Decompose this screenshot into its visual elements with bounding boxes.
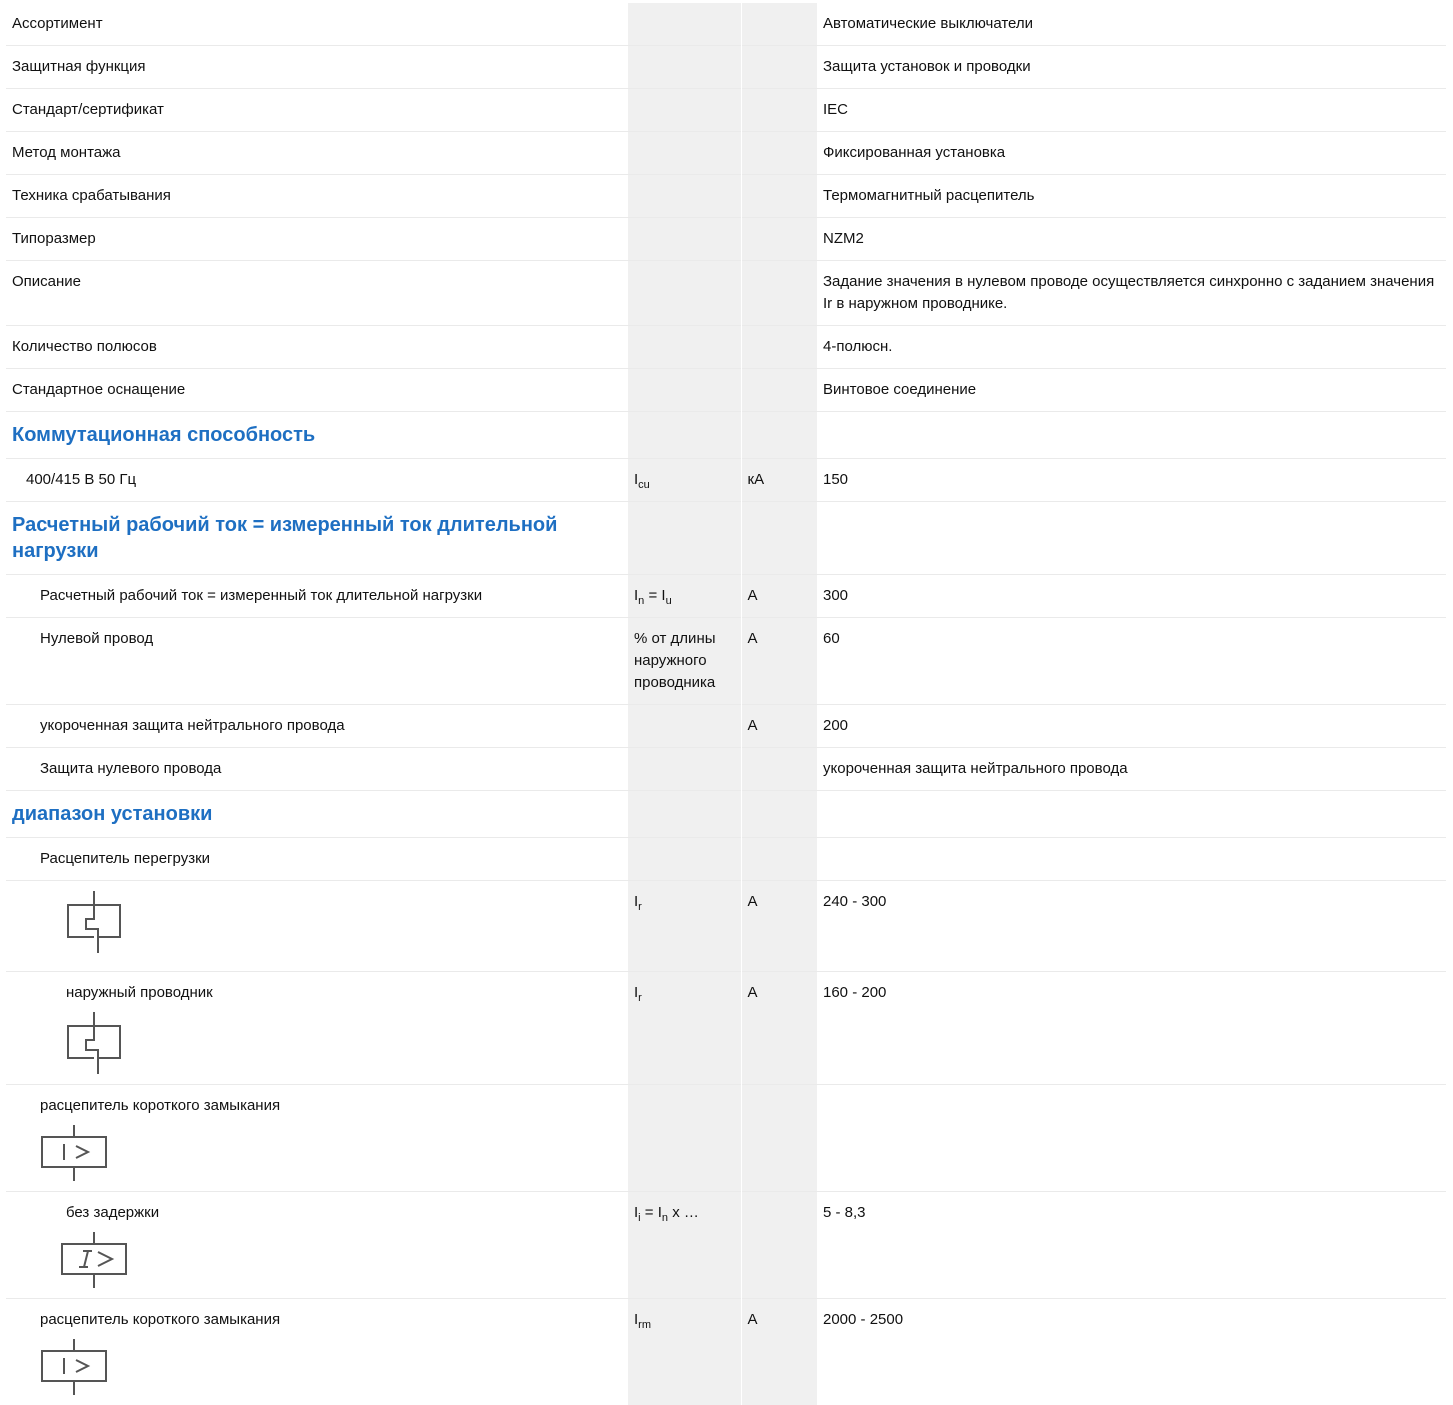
row-label: Стандарт/сертификат (6, 89, 628, 132)
table-row: Стандарт/сертификат IEC (6, 89, 1446, 132)
table-row: Нулевой провод % от длины наружного пров… (6, 618, 1446, 705)
row-unit: A (741, 705, 817, 748)
row-value: IEC (817, 89, 1446, 132)
row-value: 4-полюсн. (817, 326, 1446, 369)
row-unit: кА (741, 459, 817, 502)
table-row: Описание Задание значения в нулевом пров… (6, 261, 1446, 326)
table-row: Защита нулевого провода укороченная защи… (6, 748, 1446, 791)
row-value: 5 - 8,3 (817, 1192, 1446, 1299)
magnetic-release-icon (40, 1339, 622, 1395)
row-value: 240 - 300 (817, 881, 1446, 972)
row-value: 60 (817, 618, 1446, 705)
table-row: Ir A 240 - 300 (6, 881, 1446, 972)
thermal-release-icon (60, 1012, 622, 1074)
symbol: Ii = In x … (634, 1204, 699, 1221)
row-value: Защита установок и проводки (817, 46, 1446, 89)
row-unit: A (741, 1299, 817, 1405)
row-label: Техника срабатывания (6, 175, 628, 218)
table-row: расцепитель короткого замыкания (6, 1085, 1446, 1192)
table-row: Стандартное оснащение Винтовое соединени… (6, 369, 1446, 412)
table-row: без задержки Ii (6, 1192, 1446, 1299)
magnetic-release-icon (40, 1125, 622, 1181)
section-title: Коммутационная способность (12, 422, 622, 448)
row-label: Расцепитель перегрузки (6, 838, 628, 881)
row-label: Количество полюсов (6, 326, 628, 369)
row-label: Защита нулевого провода (6, 748, 628, 791)
section-title: диапазон установки (12, 801, 622, 827)
row-value: Фиксированная установка (817, 132, 1446, 175)
row-label: Расчетный рабочий ток = измеренный ток д… (6, 575, 628, 618)
row-label: Ассортимент (6, 3, 628, 46)
section-row: диапазон установки (6, 791, 1446, 838)
row-value: Винтовое соединение (817, 369, 1446, 412)
table-row: Защитная функция Защита установок и пров… (6, 46, 1446, 89)
row-unit: A (741, 881, 817, 972)
row-value: Задание значения в нулевом проводе осуще… (817, 261, 1446, 326)
thermal-release-icon (60, 891, 622, 953)
section-title: Расчетный рабочий ток = измеренный ток д… (12, 512, 592, 564)
symbol: Icu (634, 471, 650, 488)
table-row: 400/415 В 50 Гц Icu кА 150 (6, 459, 1446, 502)
table-row: Типоразмер NZM2 (6, 218, 1446, 261)
table-row: Техника срабатывания Термомагнитный расц… (6, 175, 1446, 218)
row-unit: A (741, 575, 817, 618)
row-value: 300 (817, 575, 1446, 618)
row-label: укороченная защита нейтрального провода (6, 705, 628, 748)
table-row: Ассортимент Автоматические выключатели (6, 3, 1446, 46)
symbol: Ir (634, 984, 642, 1001)
table-row: Расцепитель перегрузки (6, 838, 1446, 881)
row-label: без задержки (66, 1204, 159, 1221)
row-value: Термомагнитный расцепитель (817, 175, 1446, 218)
row-label: Метод монтажа (6, 132, 628, 175)
row-value: 2000 - 2500 (817, 1299, 1446, 1405)
spec-table: Ассортимент Автоматические выключатели З… (6, 3, 1446, 1405)
row-label: расцепитель короткого замыкания (40, 1311, 280, 1328)
table-row: наружный проводник Ir A 160 - 200 (6, 972, 1446, 1085)
table-row: расцепитель короткого замыкания Irm A (6, 1299, 1446, 1405)
magnetic-release-icon (60, 1232, 622, 1288)
row-label: Защитная функция (6, 46, 628, 89)
symbol: % от длины наружного проводника (628, 618, 741, 705)
table-row: Метод монтажа Фиксированная установка (6, 132, 1446, 175)
row-value: NZM2 (817, 218, 1446, 261)
symbol: Ir (634, 893, 642, 910)
row-label: Стандартное оснащение (6, 369, 628, 412)
row-value: 200 (817, 705, 1446, 748)
row-value: укороченная защита нейтрального провода (817, 748, 1446, 791)
row-value: 150 (817, 459, 1446, 502)
row-label: Описание (6, 261, 628, 326)
table-row: Расчетный рабочий ток = измеренный ток д… (6, 575, 1446, 618)
table-row: укороченная защита нейтрального провода … (6, 705, 1446, 748)
table-row: Количество полюсов 4-полюсн. (6, 326, 1446, 369)
row-label: расцепитель короткого замыкания (40, 1097, 280, 1114)
row-value: 160 - 200 (817, 972, 1446, 1085)
row-unit: A (741, 972, 817, 1085)
row-label: Типоразмер (6, 218, 628, 261)
row-value: Автоматические выключатели (817, 3, 1446, 46)
row-label: Нулевой провод (6, 618, 628, 705)
section-row: Коммутационная способность (6, 412, 1446, 459)
symbol: In = Iu (634, 587, 672, 604)
row-unit: A (741, 618, 817, 705)
row-label: 400/415 В 50 Гц (6, 459, 628, 502)
row-label: наружный проводник (66, 984, 213, 1001)
section-row: Расчетный рабочий ток = измеренный ток д… (6, 502, 1446, 575)
symbol: Irm (634, 1311, 651, 1328)
